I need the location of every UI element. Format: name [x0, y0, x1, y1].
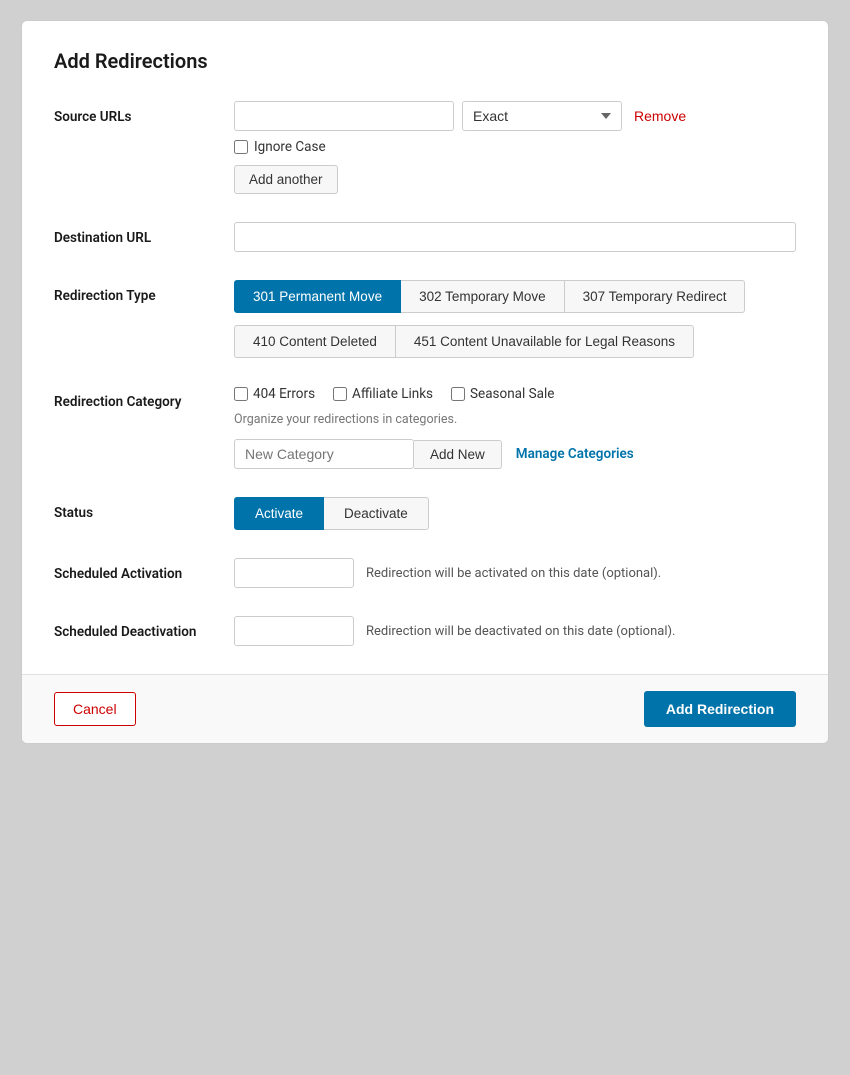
match-type-select[interactable]: Exact Regex Plain	[462, 101, 622, 131]
checkbox-404-label[interactable]: 404 Errors	[253, 386, 315, 402]
remove-button[interactable]: Remove	[630, 102, 690, 130]
card-footer: Cancel Add Redirection	[22, 674, 828, 743]
scheduled-activation-input[interactable]	[234, 558, 354, 588]
add-redirections-card: Add Redirections Source URLs Exact Regex…	[21, 20, 829, 744]
destination-url-input[interactable]	[234, 222, 796, 252]
deactivate-button[interactable]: Deactivate	[324, 497, 429, 530]
category-helper-text: Organize your redirections in categories…	[234, 412, 796, 427]
checkbox-404-input[interactable]	[234, 387, 248, 401]
btn-410[interactable]: 410 Content Deleted	[234, 325, 396, 358]
btn-451[interactable]: 451 Content Unavailable for Legal Reason…	[396, 325, 694, 358]
card-title: Add Redirections	[54, 49, 796, 73]
maintenance-code-group: 410 Content Deleted 451 Content Unavaila…	[234, 325, 796, 358]
manage-categories-link[interactable]: Manage Categories	[516, 446, 634, 462]
activate-button[interactable]: Activate	[234, 497, 324, 530]
ignore-case-checkbox[interactable]	[234, 140, 248, 154]
redirection-type-row: Redirection Type 301 Permanent Move 302 …	[54, 280, 796, 358]
cancel-button[interactable]: Cancel	[54, 692, 136, 726]
btn-301[interactable]: 301 Permanent Move	[234, 280, 401, 313]
status-row: Status Activate Deactivate	[54, 497, 796, 530]
scheduled-activation-row: Scheduled Activation Redirection will be…	[54, 558, 796, 588]
ignore-case-row: Ignore Case	[234, 139, 796, 155]
add-new-category-button[interactable]: Add New	[414, 440, 502, 469]
redirection-type-label: Redirection Type	[54, 280, 234, 304]
checkbox-seasonal-sale: Seasonal Sale	[451, 386, 554, 402]
add-another-button[interactable]: Add another	[234, 165, 338, 194]
source-urls-label: Source URLs	[54, 101, 234, 125]
scheduled-activation-content: Redirection will be activated on this da…	[234, 558, 796, 588]
redirection-type-group: 301 Permanent Move 302 Temporary Move 30…	[234, 280, 796, 313]
checkbox-404-errors: 404 Errors	[234, 386, 315, 402]
scheduled-deactivation-hint: Redirection will be deactivated on this …	[366, 624, 675, 639]
source-url-input-row: Exact Regex Plain Remove	[234, 101, 796, 131]
destination-url-label: Destination URL	[54, 222, 234, 246]
status-label: Status	[54, 497, 234, 521]
redirection-type-content: 301 Permanent Move 302 Temporary Move 30…	[234, 280, 796, 358]
destination-url-content	[234, 222, 796, 252]
scheduled-deactivation-content: Redirection will be deactivated on this …	[234, 616, 796, 646]
ignore-case-label[interactable]: Ignore Case	[254, 139, 326, 155]
source-url-input[interactable]	[234, 101, 454, 131]
scheduled-deactivation-input-row: Redirection will be deactivated on this …	[234, 616, 796, 646]
checkbox-seasonal-label[interactable]: Seasonal Sale	[470, 386, 554, 402]
checkbox-affiliate-links: Affiliate Links	[333, 386, 433, 402]
redirection-category-content: 404 Errors Affiliate Links Seasonal Sale…	[234, 386, 796, 469]
source-urls-row: Source URLs Exact Regex Plain Remove Ign…	[54, 101, 796, 194]
checkbox-affiliate-input[interactable]	[333, 387, 347, 401]
source-urls-content: Exact Regex Plain Remove Ignore Case Add…	[234, 101, 796, 194]
scheduled-deactivation-label: Scheduled Deactivation	[54, 616, 234, 640]
add-redirection-button[interactable]: Add Redirection	[644, 691, 796, 727]
category-checkboxes: 404 Errors Affiliate Links Seasonal Sale	[234, 386, 796, 402]
checkbox-seasonal-input[interactable]	[451, 387, 465, 401]
status-content: Activate Deactivate	[234, 497, 796, 530]
new-category-row: Add New Manage Categories	[234, 439, 796, 469]
scheduled-deactivation-input[interactable]	[234, 616, 354, 646]
scheduled-activation-input-row: Redirection will be activated on this da…	[234, 558, 796, 588]
scheduled-activation-hint: Redirection will be activated on this da…	[366, 566, 661, 581]
btn-302[interactable]: 302 Temporary Move	[401, 280, 565, 313]
redirection-category-label: Redirection Category	[54, 386, 234, 410]
new-category-input[interactable]	[234, 439, 414, 469]
checkbox-affiliate-label[interactable]: Affiliate Links	[352, 386, 433, 402]
redirection-category-row: Redirection Category 404 Errors Affiliat…	[54, 386, 796, 469]
scheduled-activation-label: Scheduled Activation	[54, 558, 234, 582]
destination-url-row: Destination URL	[54, 222, 796, 252]
btn-307[interactable]: 307 Temporary Redirect	[565, 280, 746, 313]
scheduled-deactivation-row: Scheduled Deactivation Redirection will …	[54, 616, 796, 646]
status-group: Activate Deactivate	[234, 497, 796, 530]
